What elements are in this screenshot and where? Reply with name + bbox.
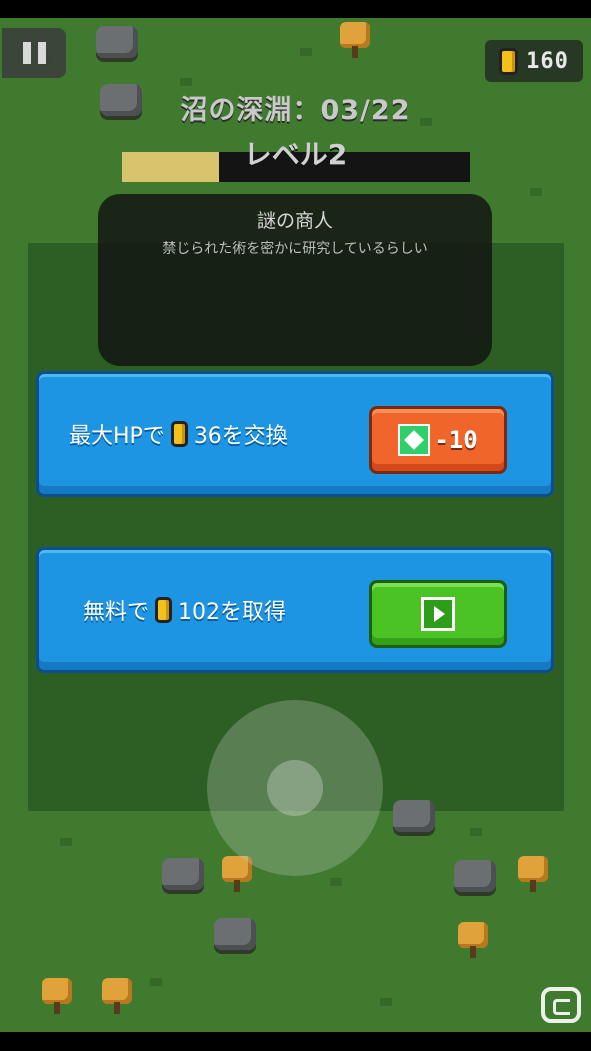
coin-icon	[499, 47, 519, 75]
rock	[454, 860, 496, 892]
rock	[162, 858, 204, 890]
coin-counter: 160	[485, 40, 583, 82]
merchant-name: 謎の商人	[256, 210, 333, 232]
tree	[518, 856, 548, 892]
offer-amount: 102を取得	[178, 600, 287, 625]
coin-icon	[170, 421, 188, 447]
video-ad-play-icon	[421, 597, 455, 631]
offer-prefix: 無料で	[83, 600, 150, 625]
rock	[214, 918, 256, 950]
watermark-logo	[541, 987, 581, 1023]
trade-hp-button[interactable]: -10	[369, 406, 507, 474]
tree	[458, 922, 488, 958]
merchant-description: 禁じられた術を密かに研究しているらしい	[162, 241, 428, 257]
offer-trade-hp: 最大HPで 36を交換 -10	[36, 371, 554, 497]
offer-prefix: 最大HPで	[69, 424, 165, 449]
hp-cost: -10	[434, 426, 478, 454]
stage-title: 沼の深淵：03/22	[180, 95, 411, 126]
joystick-knob[interactable]	[267, 760, 323, 816]
offer-amount: 36を交換	[193, 424, 288, 449]
pause-button[interactable]	[2, 28, 66, 78]
offer-free-coins: 無料で 102を取得	[36, 547, 554, 673]
pause-icon	[22, 42, 31, 64]
tree	[102, 978, 132, 1014]
watch-ad-button[interactable]	[369, 580, 507, 648]
rock	[96, 26, 138, 58]
level-label: レベル2	[243, 138, 348, 171]
coin-count: 160	[526, 48, 569, 74]
tree	[340, 22, 370, 58]
tree	[42, 978, 72, 1014]
heart-health-icon	[398, 424, 431, 456]
merchant-dialog: 謎の商人 禁じられた術を密かに研究しているらしい	[98, 194, 492, 366]
coin-icon	[155, 597, 173, 623]
rock	[393, 800, 435, 832]
virtual-joystick[interactable]	[207, 700, 383, 876]
